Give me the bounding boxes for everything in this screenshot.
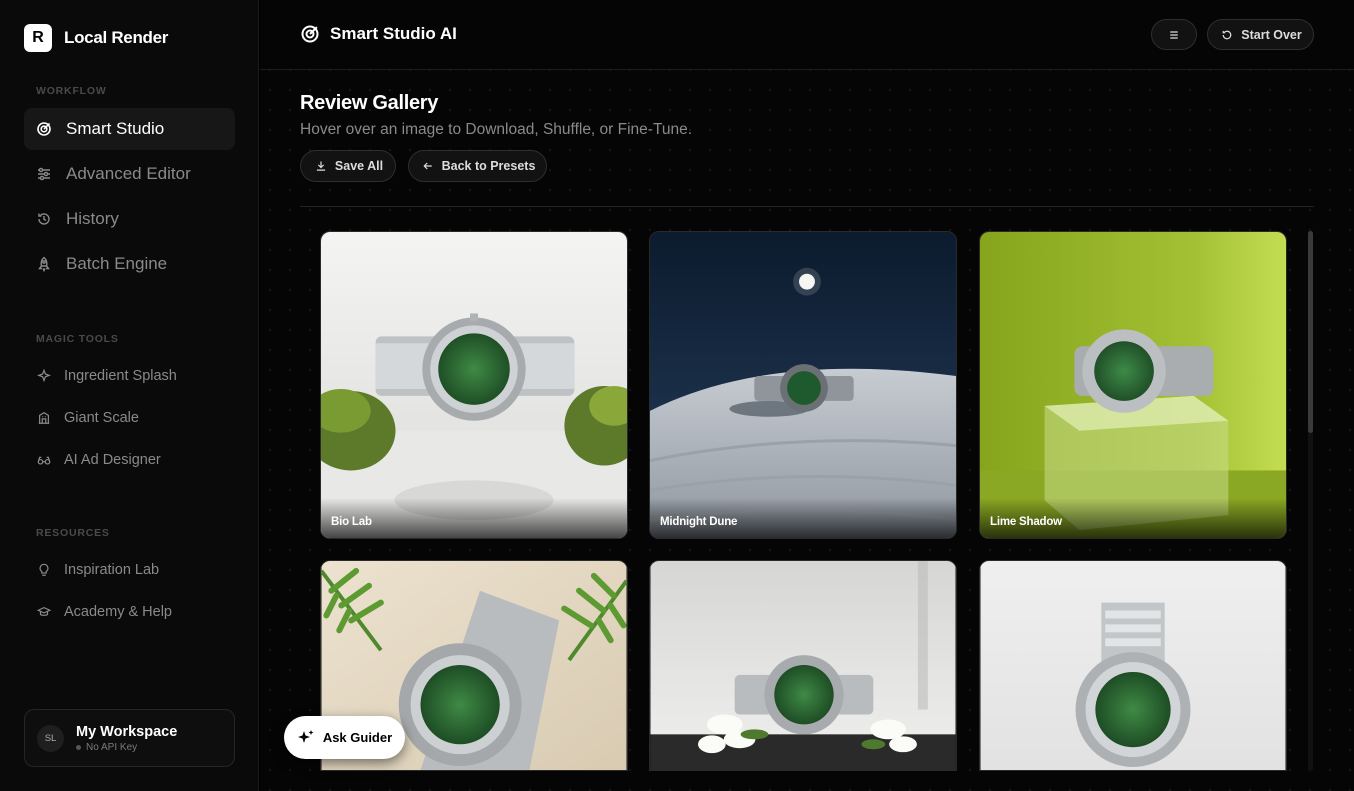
rotate-ccw-icon (1219, 29, 1235, 41)
scrollbar-thumb[interactable] (1308, 231, 1313, 433)
gallery-title: Review Gallery (300, 92, 439, 114)
sidebar-item-label: Inspiration Lab (64, 562, 160, 578)
sidebar-item-label: History (66, 209, 119, 228)
history-icon (36, 211, 52, 227)
ask-guider-button[interactable]: Ask Guider (284, 716, 405, 759)
graduation-cap-icon (36, 604, 52, 620)
gallery-card-flowers[interactable] (649, 560, 957, 771)
workspace-name: My Workspace (76, 723, 178, 740)
glasses-icon (36, 452, 52, 468)
sparkle-icon (36, 368, 52, 384)
brand[interactable]: R Local Render (24, 24, 168, 52)
logo-icon: R (24, 24, 52, 52)
sidebar-item-label: AI Ad Designer (64, 452, 161, 468)
card-caption: Lime Shadow (980, 498, 1286, 538)
save-all-button[interactable]: Save All (300, 150, 396, 182)
start-over-button[interactable]: Start Over (1207, 19, 1314, 50)
menu-button[interactable] (1151, 19, 1197, 50)
gallery-card-lime-shadow[interactable]: Lime Shadow (979, 231, 1287, 539)
section-label-resources: RESOURCES (36, 527, 110, 539)
sidebar-item-academy-help[interactable]: Academy & Help (24, 597, 235, 627)
sidebar-item-giant-scale[interactable]: Giant Scale (24, 403, 235, 433)
gallery-scrollbar[interactable] (1308, 231, 1313, 771)
card-caption: Midnight Dune (650, 498, 956, 538)
app-name: Local Render (64, 28, 169, 47)
gallery-subtitle: Hover over an image to Download, Shuffle… (300, 121, 693, 138)
sidebar-item-smart-studio[interactable]: Smart Studio (24, 108, 235, 150)
top-bar: Smart Studio AI Start Over (260, 0, 1354, 70)
sidebar-item-history[interactable]: History (24, 198, 235, 240)
sidebar-item-label: Giant Scale (64, 410, 139, 426)
sidebar-item-inspiration-lab[interactable]: Inspiration Lab (24, 555, 235, 585)
sidebar-item-label: Academy & Help (64, 604, 172, 620)
main-content: Smart Studio AI Start Over Review Galler… (260, 0, 1354, 791)
card-caption-text: Midnight Dune (660, 516, 738, 528)
sidebar-item-batch-engine[interactable]: Batch Engine (24, 243, 235, 285)
watch-image (650, 561, 956, 770)
start-over-label: Start Over (1241, 27, 1302, 42)
gallery-card-studio[interactable] (979, 560, 1287, 771)
gallery-card-bio-lab[interactable]: Bio Lab (320, 231, 628, 539)
sidebar-item-label: Ingredient Splash (64, 368, 177, 384)
sparkles-icon (297, 729, 315, 747)
target-icon (36, 121, 52, 137)
sidebar-item-ai-ad-designer[interactable]: AI Ad Designer (24, 445, 235, 475)
lightbulb-icon (36, 562, 52, 578)
sidebar-item-label: Batch Engine (66, 254, 168, 273)
menu-icon (1166, 27, 1182, 43)
back-to-presets-label: Back to Presets (441, 159, 536, 173)
back-to-presets-button[interactable]: Back to Presets (408, 150, 547, 182)
page-header: Smart Studio AI (300, 24, 457, 44)
workspace-card[interactable]: SL My Workspace No API Key (24, 709, 235, 767)
sidebar-item-advanced-editor[interactable]: Advanced Editor (24, 153, 235, 195)
watch-image (650, 232, 956, 538)
arrow-left-icon (420, 160, 436, 172)
ask-guider-label: Ask Guider (322, 730, 393, 745)
section-label-magic-tools: MAGIC TOOLS (36, 333, 119, 345)
status-dot-icon (76, 744, 81, 750)
watch-image (321, 232, 627, 538)
sidebar-item-label: Smart Studio (66, 119, 165, 138)
watch-image (980, 561, 1286, 770)
building-icon (36, 410, 52, 426)
watch-image (980, 232, 1286, 538)
divider (300, 206, 1314, 207)
target-icon (300, 24, 320, 44)
avatar: SL (37, 724, 64, 752)
sliders-icon (36, 166, 52, 182)
gallery-card-midnight-dune[interactable]: Midnight Dune (649, 231, 957, 539)
sidebar-item-label: Advanced Editor (66, 164, 191, 183)
card-caption-text: Lime Shadow (990, 516, 1062, 528)
card-caption: Bio Lab (321, 498, 627, 538)
sidebar: R Local Render WORKFLOW Smart Studio Adv… (0, 0, 259, 791)
page-title: Smart Studio AI (330, 24, 457, 43)
api-status: No API Key (76, 742, 177, 753)
section-label-workflow: WORKFLOW (36, 85, 107, 97)
download-icon (313, 160, 329, 172)
save-all-label: Save All (334, 159, 384, 173)
api-status-text: No API Key (86, 741, 138, 753)
sidebar-item-ingredient-splash[interactable]: Ingredient Splash (24, 361, 235, 391)
card-caption-text: Bio Lab (331, 516, 372, 528)
rocket-icon (36, 256, 52, 272)
